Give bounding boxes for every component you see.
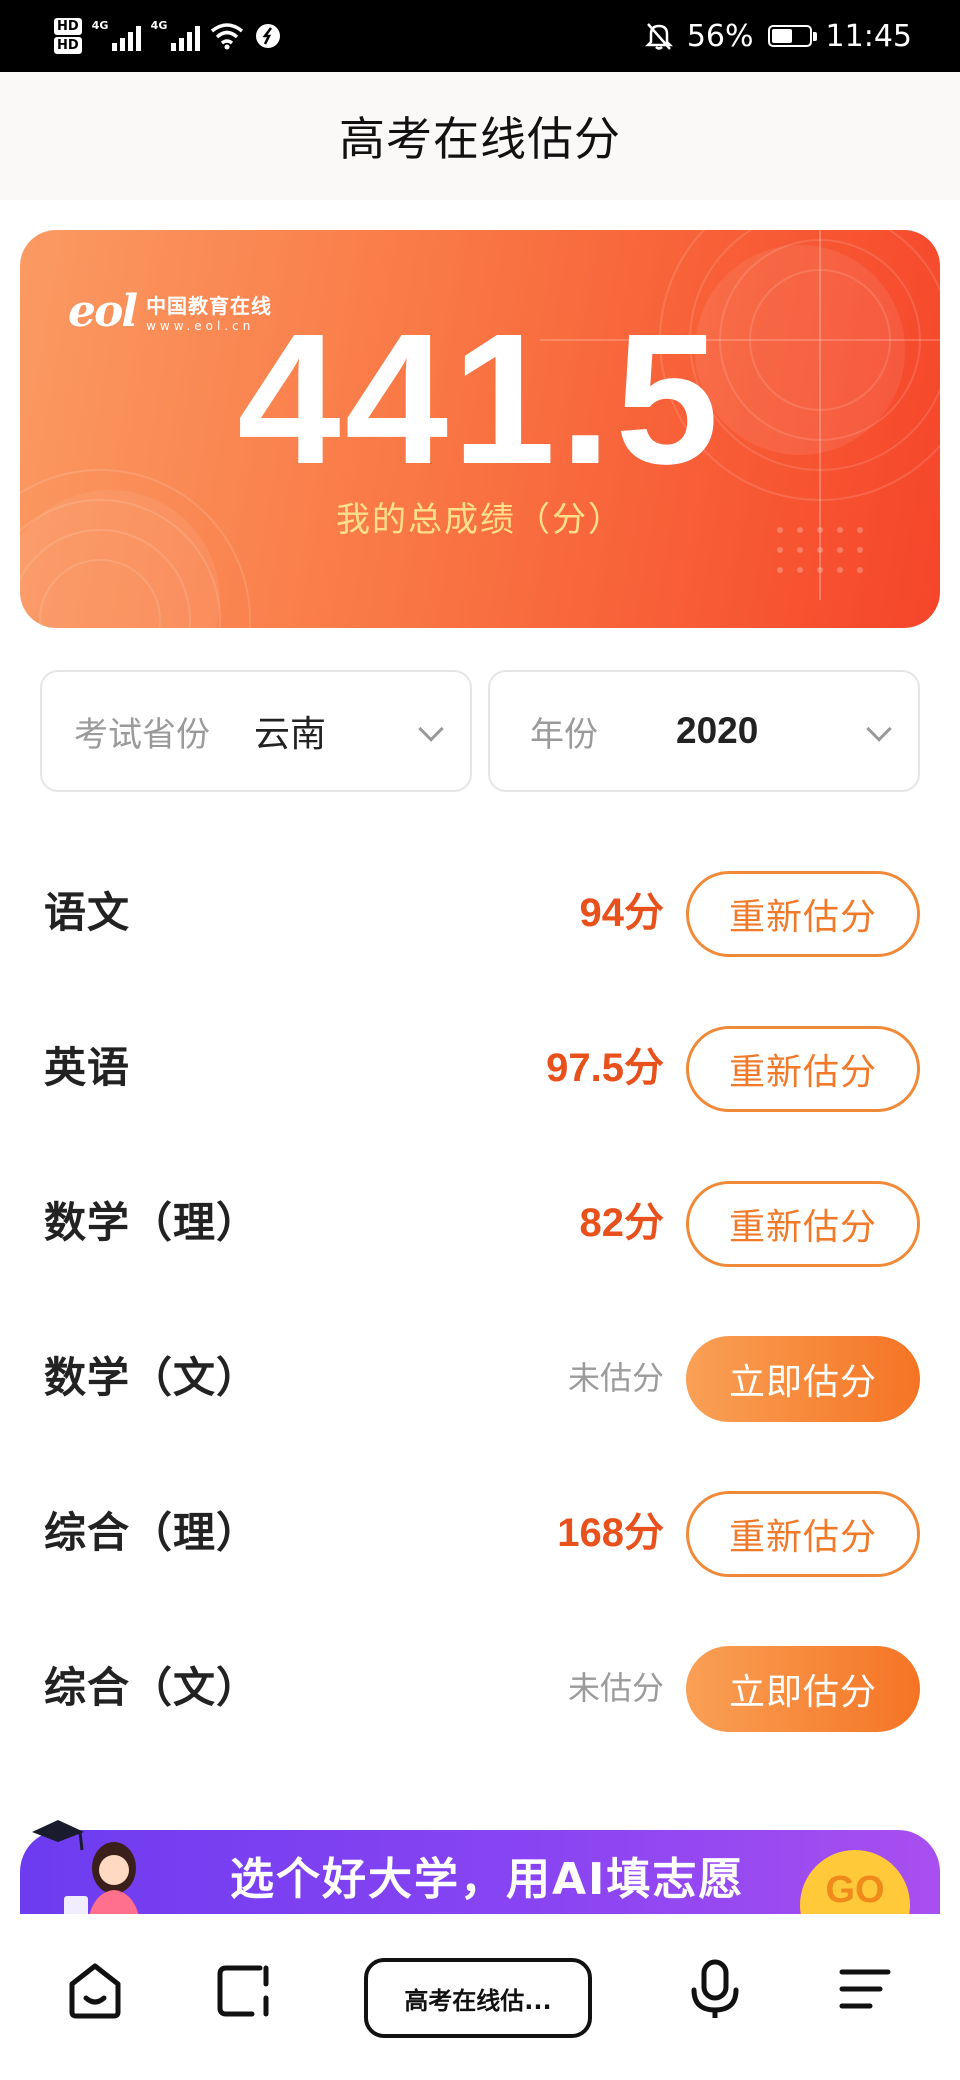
chevron-down-icon (418, 716, 444, 742)
subject-score: 82分 (579, 1201, 665, 1245)
subject-row-math-arts: 数学（文） 未估分 立即估分 (0, 1328, 960, 1428)
estimate-now-button[interactable]: 立即估分 (686, 1646, 920, 1732)
graduate-figure-illustration (32, 1820, 140, 1920)
re-estimate-button[interactable]: 重新估分 (686, 871, 920, 957)
subject-score: 97.5分 (546, 1046, 664, 1090)
total-score-card: eol 中国教育在线 www.eol.cn 441.5 我的总成绩（分） (20, 230, 940, 628)
hd-indicators: HD HD (54, 18, 82, 54)
battery-fill (771, 29, 792, 43)
status-left: HD HD 4G 4G (54, 12, 282, 60)
subject-score-not-estimated: 未估分 (567, 1359, 664, 1397)
year-select-value: 2020 (676, 710, 759, 751)
province-select-label: 考试省份 (74, 714, 210, 755)
title-bar: 高考在线估分 (0, 72, 960, 200)
subject-name: 综合（理） (44, 1508, 260, 1557)
menu-icon[interactable] (830, 1954, 900, 2024)
subject-name: 语文 (44, 888, 131, 937)
tabs-icon[interactable] (208, 1954, 278, 2024)
subject-name: 数学（文） (44, 1353, 260, 1402)
subject-row-comprehensive-science: 综合（理） 168分 重新估分 (0, 1483, 960, 1583)
year-select[interactable]: 年份 2020 (488, 670, 920, 792)
hd-badge-1: HD (54, 18, 82, 35)
subject-score: 168分 (557, 1511, 664, 1555)
subject-name: 英语 (44, 1043, 131, 1092)
wifi-icon (210, 23, 243, 50)
re-estimate-button[interactable]: 重新估分 (686, 1181, 920, 1267)
signal-icon-2: 4G (150, 19, 200, 51)
ai-volunteer-banner[interactable]: 选个好大学，用AI填志愿 GO (20, 1830, 940, 1914)
total-score-value: 441.5 (237, 296, 723, 503)
status-time: 11:45 (825, 18, 912, 54)
browser-bottom-nav: 高考在线估... (0, 1914, 960, 2080)
home-icon[interactable] (60, 1954, 130, 2024)
compass-icon (255, 24, 280, 48)
re-estimate-button[interactable]: 重新估分 (686, 1491, 920, 1577)
year-select-label: 年份 (530, 714, 598, 755)
subject-name: 数学（理） (44, 1198, 260, 1247)
subject-name: 综合（文） (44, 1663, 260, 1712)
estimate-now-button[interactable]: 立即估分 (686, 1336, 920, 1422)
status-bar: HD HD 4G 4G 56% 11:45 (0, 0, 960, 72)
status-right: 56% 11:45 (644, 0, 912, 72)
total-score-caption: 我的总成绩（分） (336, 500, 624, 540)
current-tab-pill[interactable]: 高考在线估... (364, 1958, 592, 2038)
battery-percent: 56% (686, 18, 754, 54)
hd-badge-2: HD (54, 37, 82, 54)
subject-row-chinese: 语文 94分 重新估分 (0, 863, 960, 963)
microphone-icon[interactable] (680, 1954, 750, 2024)
battery-icon (767, 25, 817, 47)
province-select-value: 云南 (254, 714, 327, 755)
banner-go-badge: GO (800, 1850, 910, 1914)
subject-row-math-science: 数学（理） 82分 重新估分 (0, 1173, 960, 1273)
subject-score: 94分 (579, 891, 665, 935)
bell-off-icon (644, 23, 673, 50)
subject-row-english: 英语 97.5分 重新估分 (0, 1018, 960, 1118)
network-type-2: 4G (150, 19, 168, 32)
network-type-1: 4G (91, 19, 109, 32)
signal-icon-1: 4G (91, 19, 141, 51)
subject-score-not-estimated: 未估分 (567, 1669, 664, 1707)
page-title: 高考在线估分 (339, 112, 621, 166)
chevron-down-icon (866, 716, 892, 742)
re-estimate-button[interactable]: 重新估分 (686, 1026, 920, 1112)
subject-row-comprehensive-arts: 综合（文） 未估分 立即估分 (0, 1638, 960, 1738)
banner-text: 选个好大学，用AI填志愿 (230, 1854, 745, 1905)
province-select[interactable]: 考试省份 云南 (40, 670, 472, 792)
